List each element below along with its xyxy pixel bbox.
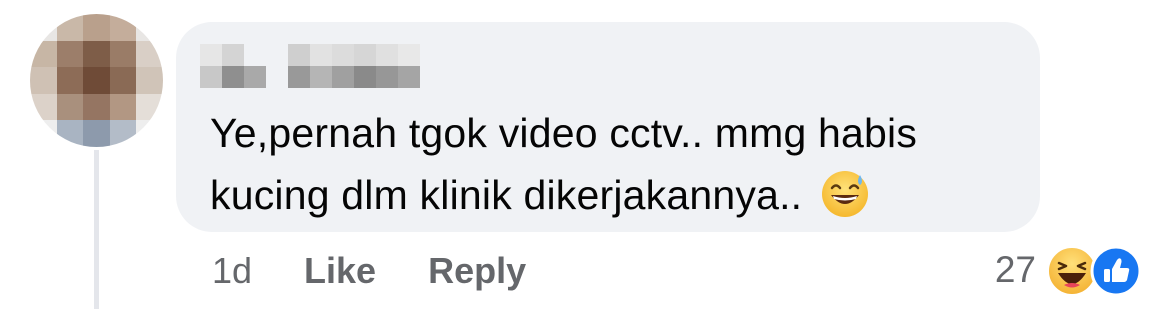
sweat-smile-emoji-icon — [822, 171, 869, 217]
comment-item: Ye,pernah tgok video cctv.. mmg habis ku… — [0, 0, 1170, 309]
comment-text-line-2-text: kucing dlm klinik dikerjakannya.. — [210, 172, 803, 218]
author-name[interactable] — [200, 44, 420, 88]
comment-text-line-2: kucing dlm klinik dikerjakannya.. — [210, 164, 1030, 226]
comment-actions: 1d Like Reply — [212, 246, 526, 296]
like-icon — [1090, 245, 1142, 297]
avatar[interactable] — [30, 14, 163, 147]
comment-timestamp[interactable]: 1d — [212, 250, 252, 292]
comment-text-line-1: Ye,pernah tgok video cctv.. mmg habis — [210, 110, 918, 156]
reply-button[interactable]: Reply — [428, 250, 526, 292]
reaction-count: 27 — [994, 249, 1036, 290]
reactions-summary[interactable]: 27 — [995, 242, 1146, 298]
like-button[interactable]: Like — [304, 250, 376, 292]
comment-text: Ye,pernah tgok video cctv.. mmg habis ku… — [210, 102, 1030, 226]
reaction-icons — [1046, 243, 1146, 297]
thread-line — [94, 150, 99, 309]
